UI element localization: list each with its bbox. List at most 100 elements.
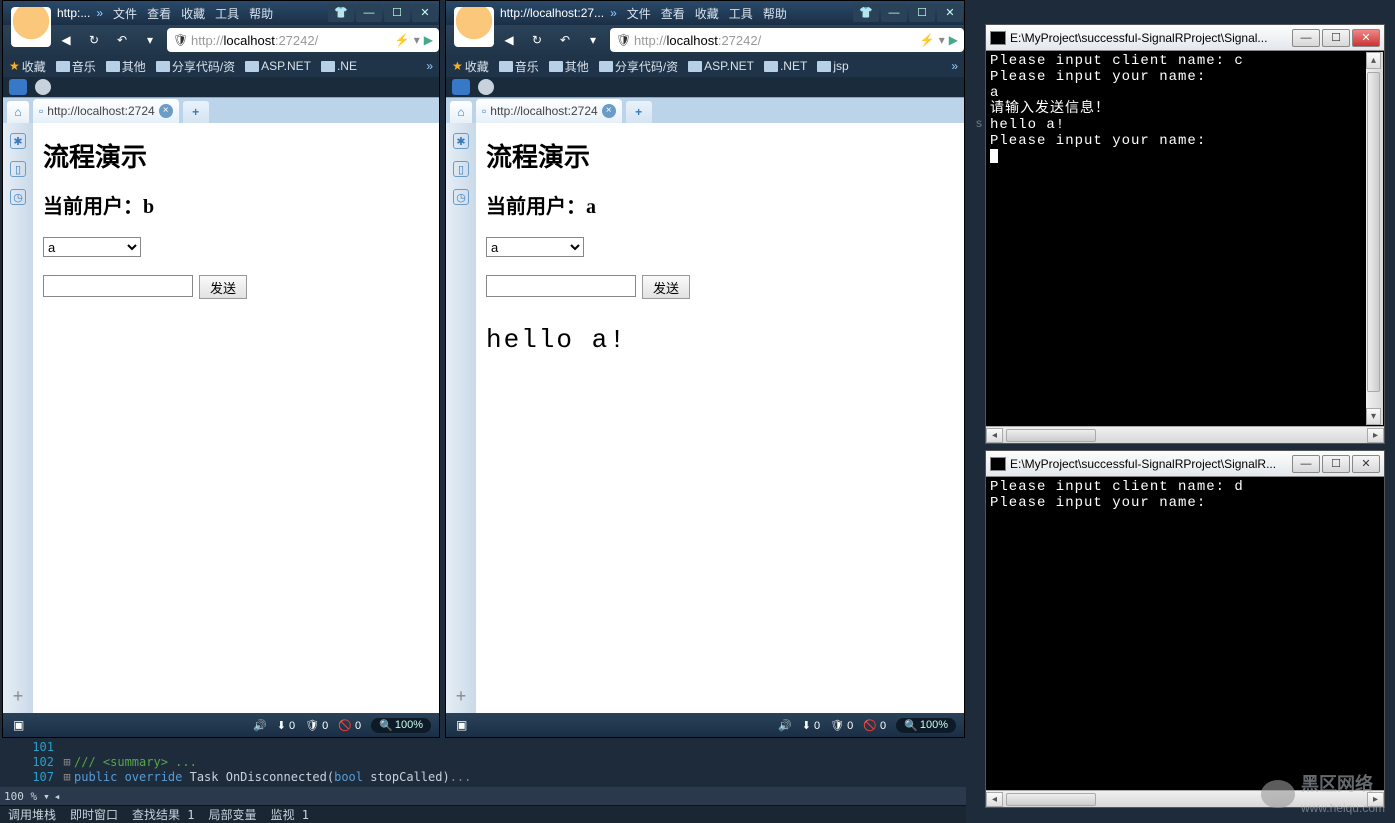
- send-button[interactable]: 发送: [199, 275, 247, 299]
- refresh-button[interactable]: ↻: [526, 29, 548, 51]
- minimize-button[interactable]: —: [356, 4, 382, 22]
- send-button[interactable]: 发送: [642, 275, 690, 299]
- panel-findresults[interactable]: 查找结果 1: [132, 806, 194, 823]
- chevron-down-icon[interactable]: ▾: [414, 33, 420, 47]
- scroll-left-icon[interactable]: ◂: [54, 790, 61, 803]
- star-icon[interactable]: ✱: [453, 133, 469, 149]
- panel-immediate[interactable]: 即时窗口: [70, 806, 118, 823]
- menu-view[interactable]: 查看: [147, 5, 171, 22]
- shield-status-icon[interactable]: 🛡 0: [305, 719, 328, 732]
- maximize-button[interactable]: ☐: [384, 4, 410, 22]
- menu-help[interactable]: 帮助: [249, 5, 273, 22]
- message-input[interactable]: [486, 275, 636, 297]
- user-select[interactable]: a: [486, 237, 584, 257]
- maximize-button[interactable]: ☐: [909, 4, 935, 22]
- chevron-down-icon[interactable]: ▾: [139, 29, 161, 51]
- tab-close-button[interactable]: ×: [602, 104, 616, 118]
- panel-locals[interactable]: 局部变量: [208, 806, 256, 823]
- chevron-down-icon[interactable]: ▾: [582, 29, 604, 51]
- fold-icon[interactable]: [60, 740, 74, 755]
- device-icon[interactable]: ▯: [453, 161, 469, 177]
- panel-callstack[interactable]: 调用堆栈: [8, 806, 56, 823]
- bookmark-jsp[interactable]: jsp: [817, 59, 848, 73]
- url-bar[interactable]: 🛡 http://localhost:27242/ ⚡ ▾ ▶: [167, 28, 439, 52]
- device-icon[interactable]: ▯: [10, 161, 26, 177]
- undo-button[interactable]: ↶: [554, 29, 576, 51]
- chevron-down-icon[interactable]: ▾: [939, 33, 945, 47]
- lightning-icon[interactable]: ⚡: [395, 33, 410, 47]
- new-tab-button[interactable]: +: [626, 101, 652, 123]
- clock-icon[interactable]: ◷: [10, 189, 26, 205]
- status-left-icon[interactable]: ▣: [456, 718, 467, 732]
- tab-active[interactable]: ▫ http://localhost:2724 ×: [476, 99, 622, 123]
- home-button[interactable]: ⌂: [7, 101, 29, 123]
- menu-file[interactable]: 文件: [113, 5, 137, 22]
- bookmark-aspnet[interactable]: ASP.NET: [688, 59, 754, 73]
- close-button[interactable]: ✕: [1352, 455, 1380, 473]
- chevron-down-icon[interactable]: ▾: [43, 790, 50, 803]
- user-select[interactable]: a: [43, 237, 141, 257]
- bookmark-aspnet[interactable]: ASP.NET: [245, 59, 311, 73]
- shirt-icon[interactable]: 👕: [853, 4, 879, 22]
- clock-icon[interactable]: ◷: [453, 189, 469, 205]
- console-output[interactable]: Please input client name: d Please input…: [986, 477, 1384, 790]
- console-titlebar[interactable]: E:\MyProject\successful-SignalRProject\S…: [986, 451, 1384, 477]
- new-tab-button[interactable]: +: [183, 101, 209, 123]
- go-button[interactable]: ▶: [424, 33, 433, 47]
- bookmark-fav[interactable]: ★收藏: [9, 58, 46, 75]
- menu-help[interactable]: 帮助: [763, 5, 787, 22]
- menu-tools[interactable]: 工具: [215, 5, 239, 22]
- menu-file[interactable]: 文件: [627, 5, 651, 22]
- bookmark-share[interactable]: 分享代码/资: [599, 58, 678, 75]
- url-bar[interactable]: 🛡 http://localhost:27242/ ⚡ ▾ ▶: [610, 28, 964, 52]
- message-input[interactable]: [43, 275, 193, 297]
- bookmark-net[interactable]: .NET: [764, 59, 807, 73]
- download-icon[interactable]: ⬇ 0: [802, 719, 820, 732]
- undo-button[interactable]: ↶: [111, 29, 133, 51]
- shield-status-icon[interactable]: 🛡 0: [830, 719, 853, 732]
- zoom-level[interactable]: 100 %: [4, 790, 37, 803]
- tool-icon-1[interactable]: [9, 79, 27, 95]
- sidebar-add-button[interactable]: +: [456, 686, 467, 707]
- back-button[interactable]: ◀: [55, 29, 77, 51]
- more-icon[interactable]: »: [951, 59, 958, 73]
- close-button[interactable]: ✕: [1352, 29, 1380, 47]
- refresh-button[interactable]: ↻: [83, 29, 105, 51]
- tool-icon-1[interactable]: [452, 79, 470, 95]
- sound-icon[interactable]: 🔊: [778, 719, 792, 732]
- menu-view[interactable]: 查看: [661, 5, 685, 22]
- bookmark-music[interactable]: 音乐: [56, 58, 96, 75]
- fold-icon[interactable]: ⊞: [60, 755, 74, 770]
- bookmark-ne[interactable]: .NE: [321, 59, 357, 73]
- bookmark-other[interactable]: 其他: [106, 58, 146, 75]
- zoom-indicator[interactable]: 🔍 100%: [371, 718, 431, 733]
- maximize-button[interactable]: ☐: [1322, 455, 1350, 473]
- sidebar-add-button[interactable]: +: [13, 686, 24, 707]
- horizontal-scrollbar[interactable]: ◂ ▸: [986, 426, 1384, 443]
- minimize-button[interactable]: —: [1292, 29, 1320, 47]
- sound-icon[interactable]: 🔊: [253, 719, 267, 732]
- status-left-icon[interactable]: ▣: [13, 718, 24, 732]
- title-tab[interactable]: http:...: [57, 6, 90, 20]
- go-button[interactable]: ▶: [949, 33, 958, 47]
- download-icon[interactable]: ⬇ 0: [277, 719, 295, 732]
- panel-watch[interactable]: 监视 1: [271, 806, 309, 823]
- more-icon[interactable]: »: [426, 59, 433, 73]
- bookmark-other[interactable]: 其他: [549, 58, 589, 75]
- back-button[interactable]: ◀: [498, 29, 520, 51]
- bookmark-share[interactable]: 分享代码/资: [156, 58, 235, 75]
- menu-fav[interactable]: 收藏: [695, 5, 719, 22]
- fold-icon[interactable]: ⊞: [60, 770, 74, 785]
- menu-fav[interactable]: 收藏: [181, 5, 205, 22]
- minimize-button[interactable]: —: [881, 4, 907, 22]
- bookmark-music[interactable]: 音乐: [499, 58, 539, 75]
- maximize-button[interactable]: ☐: [1322, 29, 1350, 47]
- tool-icon-2[interactable]: [35, 79, 51, 95]
- menu-tools[interactable]: 工具: [729, 5, 753, 22]
- block-icon[interactable]: 🚫 0: [338, 719, 361, 732]
- bookmark-fav[interactable]: ★收藏: [452, 58, 489, 75]
- tab-close-button[interactable]: ×: [159, 104, 173, 118]
- tool-icon-2[interactable]: [478, 79, 494, 95]
- vertical-scrollbar[interactable]: ▴ ▾: [1366, 52, 1383, 425]
- lightning-icon[interactable]: ⚡: [920, 33, 935, 47]
